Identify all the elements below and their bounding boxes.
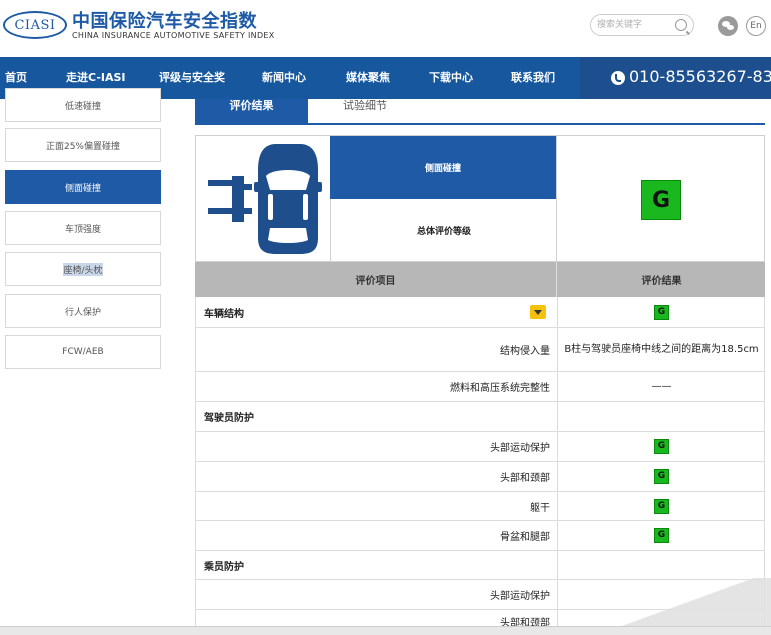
table-row: 燃料和高压系统完整性 —— [195, 372, 765, 402]
table-row: 躯干 G [195, 492, 765, 521]
rating-badge: G [654, 498, 669, 514]
rating-badge: G [654, 304, 669, 320]
row-label: 骨盆和腿部 [500, 532, 550, 543]
rating-badge: G [654, 469, 669, 484]
row-result: G [557, 492, 765, 520]
nav-item-news[interactable]: 新闻中心 [262, 57, 306, 99]
sidebar-item-pedestrian[interactable]: 行人保护 [5, 294, 161, 328]
row-result: —— [557, 372, 765, 401]
row-result: G [557, 521, 765, 550]
test-type-label: 侧面碰撞 [330, 136, 556, 199]
table-row: 车辆结构 G [195, 297, 765, 328]
sidebar-item-label: FCW/AEB [62, 347, 104, 357]
rating-badge: G [654, 439, 669, 454]
header-item: 评价项目 [355, 276, 396, 287]
row-label: 头部运动保护 [490, 591, 550, 602]
overall-rating-label: 总体评价等级 [330, 199, 557, 261]
phone-banner: 010-85563267-830 [580, 57, 771, 99]
sidebar-item-label: 侧面碰撞 [64, 183, 101, 194]
row-result: G [557, 297, 765, 327]
row-label: 头部和颈部 [500, 473, 550, 484]
results-table-header: 评价项目 评价结果 [195, 262, 765, 297]
sidebar-item-label: 行人保护 [64, 307, 101, 318]
phone-number: 010-85563267-830 [629, 67, 771, 86]
table-row: 结构侵入量 B柱与驾驶员座椅中线之间的距离为18.5cm [195, 328, 765, 372]
search-icon[interactable] [675, 19, 687, 31]
row-label: 燃料和高压系统完整性 [450, 383, 550, 394]
table-row: 乘员防护 [195, 551, 765, 580]
row-label: 驾驶员防护 [204, 413, 254, 424]
wechat-icon[interactable] [718, 16, 738, 36]
row-label: 车辆结构 [204, 308, 244, 320]
rating-badge: G [654, 528, 669, 543]
table-row: 头部和颈部 G [195, 462, 765, 492]
row-label: 乘员防护 [204, 561, 244, 573]
row-label: 结构侵入量 [500, 346, 550, 357]
row-result: G [557, 432, 765, 461]
sidebar-item-label: 正面25%偏置碰撞 [45, 141, 120, 152]
sidebar-item-low-speed[interactable]: 低速碰撞 [5, 88, 161, 122]
logo-text: CIASI [14, 17, 56, 33]
header-result: 评价结果 [556, 262, 766, 297]
sidebar-item-label: 座椅/头枕 [63, 262, 103, 276]
row-result: G [557, 462, 765, 491]
ciasi-logo[interactable]: CIASI [3, 11, 67, 39]
rating-summary: 侧面碰撞 总体评价等级 G [195, 135, 765, 262]
table-row: 头部运动保护 G [195, 432, 765, 462]
side-impact-diagram [196, 136, 330, 261]
nav-item-ratings[interactable]: 评级与安全奖 [159, 57, 225, 99]
expand-dropdown-icon[interactable] [530, 305, 546, 319]
row-result [557, 551, 765, 579]
row-label: 头部运动保护 [490, 443, 550, 454]
sidebar-item-fcw-aeb[interactable]: FCW/AEB [5, 335, 161, 369]
sidebar-item-side-impact[interactable]: 侧面碰撞 [5, 170, 161, 204]
site-title-en: CHINA INSURANCE AUTOMOTIVE SAFETY INDEX [72, 31, 275, 40]
row-result [557, 402, 765, 431]
sidebar-item-label: 车顶强度 [64, 224, 101, 235]
overall-rating-cell: G [556, 136, 765, 261]
overall-rating-badge: G [641, 180, 681, 220]
sidebar-item-roof-strength[interactable]: 车顶强度 [5, 211, 161, 245]
search-box[interactable] [590, 14, 694, 36]
row-result: B柱与驾驶员座椅中线之间的距离为18.5cm [557, 328, 765, 371]
side-impact-car-icon [208, 144, 322, 254]
search-input[interactable] [597, 18, 675, 32]
nav-item-media[interactable]: 媒体聚焦 [346, 57, 390, 99]
nav-item-downloads[interactable]: 下载中心 [429, 57, 473, 99]
result-tabs: 评价结果 试验细节 [195, 99, 765, 125]
english-language-button[interactable]: En [746, 16, 766, 36]
tab-results[interactable]: 评价结果 [195, 99, 308, 123]
tab-test-details[interactable]: 试验细节 [343, 99, 387, 123]
table-row: 驾驶员防护 [195, 402, 765, 432]
site-header: CIASI 中国保险汽车安全指数 CHINA INSURANCE AUTOMOT… [0, 0, 771, 57]
sidebar-item-seat-headrest[interactable]: 座椅/头枕 [5, 252, 161, 286]
site-title-cn: 中国保险汽车安全指数 [72, 11, 257, 32]
sidebar-item-small-overlap[interactable]: 正面25%偏置碰撞 [5, 128, 161, 162]
row-label: 躯干 [530, 502, 550, 514]
phone-icon [611, 71, 625, 85]
nav-item-contact[interactable]: 联系我们 [511, 57, 555, 99]
sidebar-item-label: 低速碰撞 [64, 101, 101, 112]
table-row: 骨盆和腿部 G [195, 521, 765, 551]
